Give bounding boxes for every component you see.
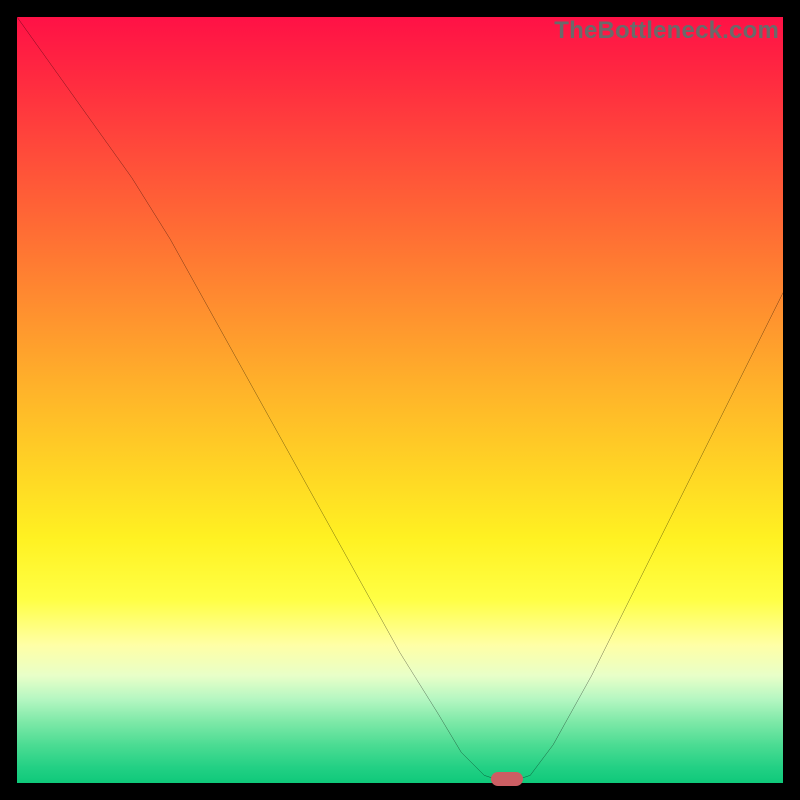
minimum-marker (491, 772, 523, 786)
bottleneck-curve (17, 17, 783, 783)
chart-frame: TheBottleneck.com (0, 0, 800, 800)
plot-area: TheBottleneck.com (17, 17, 783, 783)
